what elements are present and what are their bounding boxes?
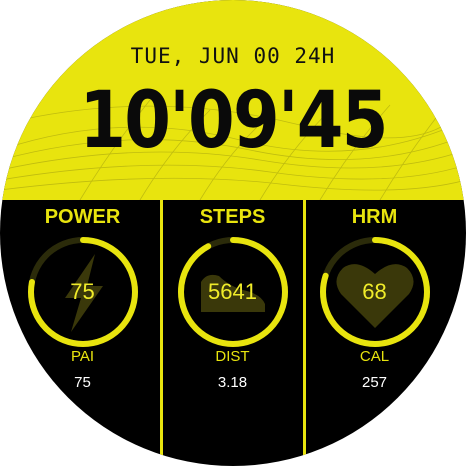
watch-face: TUE, JUN 00 24H 10'09'45 POWER 75 PAI 75… xyxy=(0,0,466,466)
steps-widget[interactable]: STEPS 5641 DIST 3.18 xyxy=(155,200,310,466)
widget-sub-value: 3.18 xyxy=(217,374,248,391)
widget-sub-value: 257 xyxy=(361,374,388,391)
power-widget[interactable]: POWER 75 PAI 75 xyxy=(5,200,160,466)
widget-value: 5641 xyxy=(208,279,257,304)
time-display: 10'09'45 xyxy=(79,76,388,166)
date-label: TUE, JUN 00 24H xyxy=(130,44,336,68)
widget-sub-label: DIST xyxy=(215,348,250,365)
widget-value: 68 xyxy=(362,279,387,304)
widget-value: 75 xyxy=(70,279,95,304)
widget-title: STEPS xyxy=(199,206,266,228)
time-panel: TUE, JUN 00 24H 10'09'45 xyxy=(0,0,466,200)
hrm-widget[interactable]: HRM 68 CAL 257 xyxy=(297,200,452,466)
widget-sub-label: CAL xyxy=(359,348,390,365)
widget-title: POWER xyxy=(44,206,121,228)
widget-sub-label: PAI xyxy=(70,348,95,365)
widget-sub-value: 75 xyxy=(74,374,91,391)
widget-title: HRM xyxy=(351,206,398,228)
